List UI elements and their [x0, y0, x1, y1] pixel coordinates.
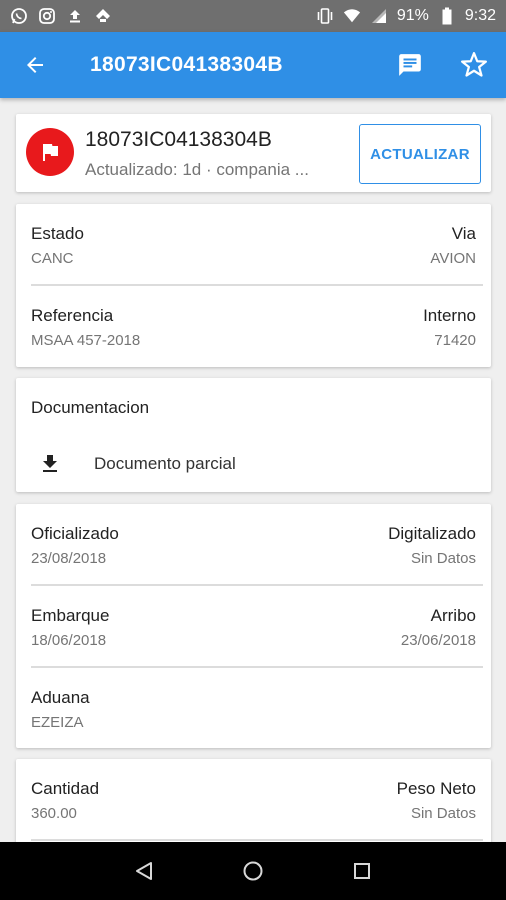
interno-value: 71420 [434, 332, 476, 349]
documentation-card: Documentacion Documento parcial [16, 378, 491, 492]
flag-icon [43, 144, 58, 161]
item-title: 18073IC04138304B [85, 128, 272, 151]
download-icon [36, 450, 64, 478]
embarque-label: Embarque [31, 606, 110, 625]
document-label: Documento parcial [94, 454, 236, 473]
embarque-value: 18/06/2018 [31, 632, 107, 649]
instagram-icon [38, 7, 56, 25]
summary-card: 18073IC04138304B Actualizado: 1d · compa… [16, 114, 491, 192]
aduana-label: Aduana [31, 688, 90, 707]
nav-back-icon [136, 862, 153, 880]
interno-label: Interno [423, 306, 476, 325]
documentation-title: Documentacion [31, 398, 150, 417]
aduana-value: EZEIZA [31, 714, 84, 731]
favorite-button[interactable] [442, 32, 506, 98]
cantidad-value: 360.00 [31, 805, 77, 822]
notification-icons [10, 7, 112, 25]
estado-label: Estado [31, 224, 84, 243]
chat-icon [399, 54, 421, 76]
peso-neto-label: Peso Neto [396, 779, 476, 798]
divider [31, 666, 483, 668]
feedly-icon [94, 7, 112, 25]
whatsapp-icon [10, 7, 28, 25]
star-outline-icon [461, 52, 487, 77]
battery-icon [438, 7, 456, 25]
system-icons: 91% 9:32 [316, 7, 496, 25]
page-title: 18073IC04138304B [90, 53, 283, 76]
via-label: Via [451, 224, 476, 243]
digitalizado-value: Sin Datos [410, 550, 476, 567]
document-download-item[interactable]: Documento parcial [16, 444, 491, 484]
item-subtitle: Actualizado: 1d · compania ... [85, 160, 309, 179]
upload-icon [66, 7, 84, 25]
general-card: Estado CANC Via AVION Referencia MSAA 45… [16, 204, 491, 367]
oficializado-value: 23/08/2018 [31, 550, 107, 567]
via-value: AVION [430, 250, 476, 267]
nav-recents-icon [353, 863, 370, 879]
wifi-icon [343, 7, 361, 25]
nav-home-icon [243, 861, 263, 881]
referencia-value: MSAA 457-2018 [31, 332, 141, 349]
status-avatar [26, 128, 74, 176]
nav-back-button[interactable] [124, 851, 164, 891]
divider [31, 839, 483, 841]
back-button[interactable] [0, 32, 70, 98]
clock: 9:32 [464, 7, 496, 24]
quantities-card: Cantidad 360.00 Peso Neto Sin Datos [16, 759, 491, 842]
referencia-label: Referencia [31, 306, 114, 325]
peso-neto-value: Sin Datos [410, 805, 476, 822]
dates-card: Oficializado 23/08/2018 Digitalizado Sin… [16, 504, 491, 748]
nav-recents-button[interactable] [342, 851, 382, 891]
cantidad-label: Cantidad [31, 779, 100, 798]
oficializado-label: Oficializado [31, 524, 119, 543]
divider [31, 584, 483, 586]
arrow-back-icon [27, 57, 43, 73]
status-bar: 91% 9:32 [0, 0, 506, 32]
battery-percent: 91% [396, 7, 429, 24]
arribo-value: 23/06/2018 [400, 632, 476, 649]
estado-value: CANC [31, 250, 74, 267]
messages-button[interactable] [378, 32, 442, 98]
digitalizado-label: Digitalizado [388, 524, 476, 543]
app-bar: 18073IC04138304B [0, 32, 506, 98]
signal-icon [370, 7, 388, 25]
nav-home-button[interactable] [233, 851, 273, 891]
arribo-label: Arribo [430, 606, 476, 625]
vibrate-icon [316, 7, 334, 25]
system-nav-bar [0, 842, 506, 900]
content-scroll[interactable]: 18073IC04138304B Actualizado: 1d · compa… [0, 98, 506, 842]
divider [31, 284, 483, 286]
update-button[interactable]: ACTUALIZAR [359, 124, 481, 184]
